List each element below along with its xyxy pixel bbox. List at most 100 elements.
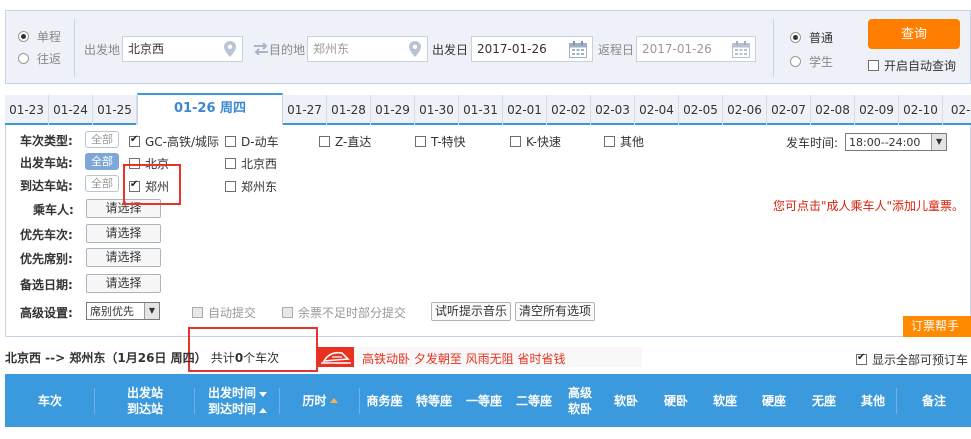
filter-gc-label: GC-高铁/城际	[145, 135, 220, 149]
priority-seat-label: 优先席别:	[20, 252, 73, 266]
radio-label: 学生	[809, 54, 834, 69]
radio-dot[interactable]	[18, 52, 29, 64]
train-type-all-button[interactable]: 全部	[85, 131, 119, 148]
promo-banner[interactable]: 高铁动卧 夕发朝至 风雨无阻 省时省钱	[318, 347, 642, 367]
backup-date-label: 备选日期:	[20, 278, 73, 292]
chevron-down-icon[interactable]: ▼	[931, 134, 947, 150]
date-tab[interactable]: 02-04	[635, 95, 679, 125]
col-adv-soft-line1: 高级	[567, 385, 592, 400]
advanced-select[interactable]: 席别优先 ▼	[86, 302, 160, 320]
date-tab[interactable]: 02-08	[811, 95, 855, 125]
checkbox-other[interactable]	[604, 136, 615, 147]
date-tab[interactable]: 02-03	[591, 95, 635, 125]
col-hard-sleeper: 硬卧	[651, 374, 701, 427]
depart-date-input[interactable]: 2017-01-26	[471, 36, 593, 62]
priority-train-label: 优先车次:	[20, 228, 73, 242]
filter-other[interactable]: 其他	[604, 133, 644, 150]
from-station-all-button[interactable]: 全部	[85, 153, 119, 170]
date-tab[interactable]: 02-1	[943, 95, 971, 125]
filter-from-beijingxi[interactable]: 北京西	[225, 155, 277, 172]
radio-normal[interactable]: 普通	[790, 25, 833, 49]
trip-type-group: 单程 往返	[18, 25, 74, 69]
date-tab[interactable]: 01-30	[415, 95, 459, 125]
depart-time-select[interactable]: 18:00--24:00 ▼	[845, 133, 948, 151]
checkbox-from-beijingxi[interactable]	[225, 158, 236, 169]
col-hard-seat-label: 硬座	[761, 393, 786, 408]
sort-asc-icon	[259, 407, 267, 413]
checkbox-d[interactable]	[225, 136, 236, 147]
filter-z[interactable]: Z-直达	[319, 133, 371, 150]
partial-submit-option[interactable]: 余票不足时部分提交	[282, 304, 406, 321]
radio-dot[interactable]	[790, 55, 801, 67]
date-tab[interactable]: 01-25	[93, 95, 137, 125]
radio-round-trip[interactable]: 往返	[18, 47, 74, 69]
choose-backup-date-button[interactable]: 请选择	[86, 274, 161, 293]
radio-dot[interactable]	[18, 30, 29, 42]
from-station-input[interactable]: 北京西	[122, 36, 243, 62]
date-tab[interactable]: 01-31	[459, 95, 503, 125]
to-station-all-button[interactable]: 全部	[85, 175, 119, 192]
test-music-button[interactable]: 试听提示音乐	[431, 302, 512, 321]
query-button[interactable]: 查询	[868, 19, 960, 49]
route-summary-text: 北京西 --> 郑州东（1月26日 周四）	[5, 351, 207, 365]
train-count-suffix: 个车次	[243, 351, 280, 365]
radio-dot[interactable]	[790, 31, 801, 43]
filter-to-zhengzhoudong[interactable]: 郑州东	[225, 178, 277, 195]
filter-t[interactable]: T-特快	[415, 133, 466, 150]
choose-priority-train-button[interactable]: 请选择	[86, 224, 161, 243]
radio-one-way[interactable]: 单程	[18, 25, 74, 47]
choose-priority-seat-button[interactable]: 请选择	[86, 248, 161, 267]
date-tab[interactable]: 02-02	[547, 95, 591, 125]
auto-query-checkbox[interactable]	[868, 60, 879, 71]
show-all-checkbox[interactable]	[856, 352, 867, 365]
date-tab[interactable]: 02-07	[767, 95, 811, 125]
date-tab[interactable]: 02-01	[503, 95, 547, 125]
from-station-value: 北京西	[128, 42, 165, 56]
show-all-option[interactable]: 显示全部可预订车	[856, 351, 968, 368]
location-pin-icon	[224, 41, 236, 57]
date-tab[interactable]: 01-27	[283, 95, 327, 125]
swap-icon[interactable]	[253, 43, 269, 55]
checkbox-gc[interactable]	[129, 134, 140, 147]
chevron-down-icon[interactable]: ▼	[144, 303, 159, 319]
auto-submit-checkbox[interactable]	[192, 307, 203, 318]
calendar-icon[interactable]	[569, 41, 587, 58]
auto-submit-option[interactable]: 自动提交	[192, 304, 256, 321]
filter-gc[interactable]: GC-高铁/城际	[129, 133, 219, 150]
date-tab[interactable]: 02-10	[899, 95, 943, 125]
col-duration[interactable]: 历时	[280, 374, 360, 427]
to-station-input[interactable]: 郑州东	[307, 36, 428, 62]
radio-label: 单程	[37, 29, 62, 44]
date-tab[interactable]: 01-28	[327, 95, 371, 125]
date-tab[interactable]: 02-06	[723, 95, 767, 125]
checkbox-to-zhengzhoudong[interactable]	[225, 181, 236, 192]
date-tab[interactable]: 01-23	[5, 95, 49, 125]
booking-helper-tab[interactable]: 订票帮手 ◀	[903, 316, 971, 354]
col-special-label: 特等座	[415, 393, 452, 408]
filter-d[interactable]: D-动车	[225, 133, 279, 150]
sort-arrive-time[interactable]: 到达时间	[208, 401, 267, 417]
radio-student[interactable]: 学生	[790, 49, 833, 73]
col-from-station-label: 出发站	[126, 385, 163, 400]
partial-submit-checkbox[interactable]	[282, 307, 293, 318]
date-tab[interactable]: 02-05	[679, 95, 723, 125]
col-arrive-time-label: 到达时间	[207, 401, 256, 416]
date-tab[interactable]: 01-24	[49, 95, 93, 125]
date-tab[interactable]: 01-29	[371, 95, 415, 125]
filter-k[interactable]: K-快速	[510, 133, 561, 150]
auto-query-option[interactable]: 开启自动查询	[868, 57, 956, 74]
date-tab[interactable]: 02-09	[855, 95, 899, 125]
sort-depart-time[interactable]: 出发时间	[208, 385, 267, 401]
return-date-input[interactable]: 2017-01-26	[636, 36, 756, 62]
route-summary: 北京西 --> 郑州东（1月26日 周四） 共计0个车次	[5, 349, 279, 366]
checkbox-z[interactable]	[319, 136, 330, 147]
col-times[interactable]: 出发时间 到达时间	[195, 374, 280, 427]
col-soft-sleeper-label: 软卧	[613, 393, 638, 408]
route-summary-bar: 北京西 --> 郑州东（1月26日 周四） 共计0个车次 高铁动卧 夕发朝至 风…	[0, 345, 971, 369]
col-depart-time-label: 出发时间	[207, 385, 256, 400]
checkbox-k[interactable]	[510, 136, 521, 147]
calendar-icon[interactable]	[732, 41, 750, 58]
clear-all-button[interactable]: 清空所有选项	[515, 302, 596, 321]
checkbox-t[interactable]	[415, 136, 426, 147]
date-tab[interactable]: 01-26 周四	[137, 93, 283, 125]
